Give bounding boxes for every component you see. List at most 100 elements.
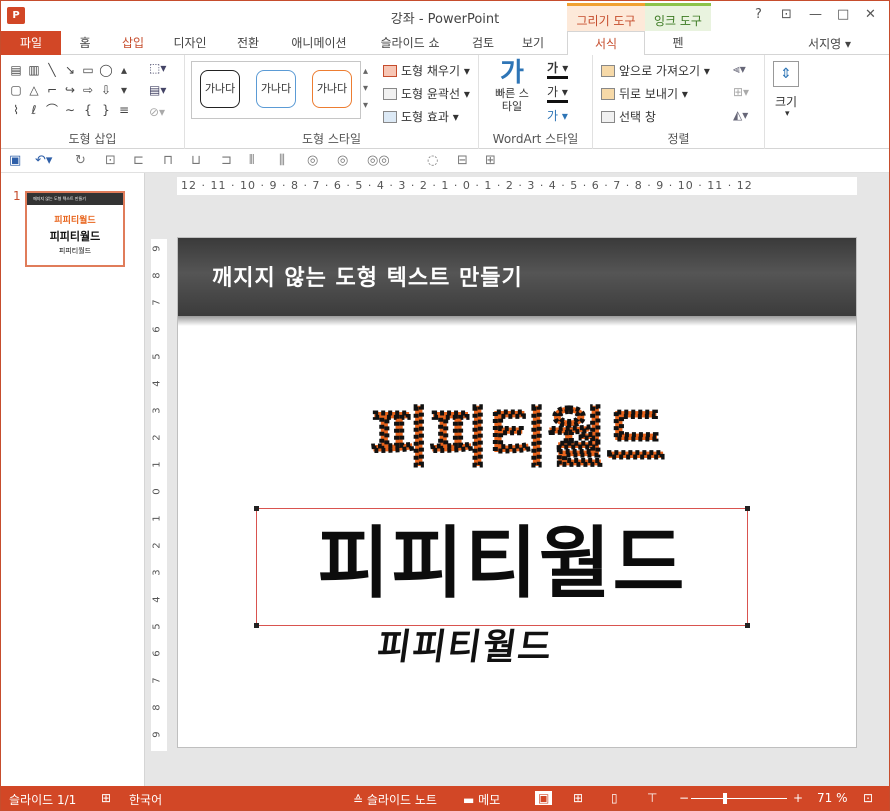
align-bottom-icon[interactable]: ⊔ [191, 153, 201, 168]
curve-shape-icon[interactable]: ∼ [61, 101, 79, 119]
rectangle-shape-icon[interactable]: ▭ [79, 61, 97, 79]
resize-handle[interactable] [254, 623, 259, 628]
textbox-shape-icon[interactable]: ▤ [7, 61, 25, 79]
selected-textbox[interactable]: 피피티월드 [254, 506, 750, 628]
send-backward-button[interactable]: 뒤로 보내기 ▾ [601, 85, 688, 102]
edit-shape-icon[interactable]: ⬚▾ [149, 61, 166, 75]
shape-effects-button[interactable]: 도형 효과 ▾ [383, 108, 459, 125]
tab-transitions[interactable]: 전환 [227, 31, 269, 55]
align-center-icon[interactable]: ⊓ [163, 153, 173, 168]
align-icon[interactable]: ⫷▾ [733, 62, 746, 77]
down-arrow-shape-icon[interactable]: ⇩ [97, 81, 115, 99]
shape-style-black[interactable]: 가나다 [200, 70, 240, 108]
normal-view-icon[interactable]: ▣ [535, 791, 553, 805]
merge-combine-icon[interactable]: ◎ [337, 153, 348, 168]
shape-style-blue[interactable]: 가나다 [256, 70, 296, 108]
brush-text[interactable]: 피피티월드 [374, 618, 557, 670]
freeform-shape-icon[interactable]: ⌇ [7, 101, 25, 119]
group-objects-icon[interactable]: ⊞▾ [733, 85, 749, 99]
comments-button[interactable]: ▬ 메모 [463, 791, 500, 808]
zoom-in-button[interactable]: + [793, 791, 803, 805]
size-label[interactable]: 크기 [775, 93, 797, 110]
tab-insert[interactable]: 삽입 [113, 31, 153, 55]
zoom-slider[interactable] [691, 798, 787, 799]
ribbon-display-icon[interactable]: ⊡ [781, 7, 792, 22]
textbox-insert-icon[interactable]: ▤▾ [149, 83, 166, 97]
selection-pane-button[interactable]: 선택 창 [601, 108, 656, 125]
maximize-button[interactable]: □ [837, 7, 849, 22]
undo-icon[interactable]: ↶▾ [35, 153, 52, 168]
slide-title[interactable]: 깨지지 않는 도형 텍스트 만들기 [212, 260, 523, 292]
send-to-back-icon[interactable]: ⊟ [457, 153, 468, 168]
align-right-icon[interactable]: ⊐ [221, 153, 232, 168]
scribble-shape-icon[interactable]: ℓ [25, 101, 43, 119]
elbow-connector-icon[interactable]: ⌐ [43, 81, 61, 99]
quick-styles-button[interactable]: 가 빠른 스타일 [489, 59, 535, 113]
text-effects-button[interactable]: 가 ▾ [547, 107, 568, 124]
text-outline-button[interactable]: 가 ▾ [547, 83, 568, 103]
tab-review[interactable]: 검토 [463, 31, 503, 55]
tab-view[interactable]: 보기 [513, 31, 553, 55]
minimize-button[interactable]: — [809, 7, 822, 22]
resize-handle[interactable] [745, 623, 750, 628]
zoom-out-button[interactable]: − [679, 791, 689, 805]
redo-icon[interactable]: ↻ [75, 153, 86, 168]
start-slideshow-icon[interactable]: ⊡ [105, 153, 116, 168]
curved-connector-icon[interactable]: ↪ [61, 81, 79, 99]
merge-intersect-icon[interactable]: ◌ [427, 153, 438, 168]
slide[interactable]: 깨지지 않는 도형 텍스트 만들기 피피티월드 피피티월드 피피티월드 [177, 237, 857, 748]
slide-thumbnail[interactable]: 깨지지 않는 도형 텍스트 만들기 피피티월드 피피티월드 피피티월드 [25, 191, 125, 267]
user-account[interactable]: 서지영 ▾ [808, 35, 851, 52]
zoom-slider-thumb[interactable] [723, 793, 727, 804]
right-arrow-shape-icon[interactable]: ⇨ [79, 81, 97, 99]
shape-outline-button[interactable]: 도형 윤곽선 ▾ [383, 85, 470, 102]
line-shape-icon[interactable]: ╲ [43, 61, 61, 79]
tab-animations[interactable]: 애니메이션 [281, 31, 357, 55]
distribute-horizontal-icon[interactable]: ⫴ [249, 153, 254, 168]
tab-file[interactable]: 파일 [1, 31, 61, 55]
shape-style-orange[interactable]: 가나다 [312, 70, 352, 108]
notes-button[interactable]: ≙ 슬라이드 노트 [353, 791, 437, 808]
rotate-icon[interactable]: ◭▾ [733, 108, 748, 122]
arc-shape-icon[interactable]: ⌒ [43, 101, 61, 119]
vertical-textbox-shape-icon[interactable]: ▥ [25, 61, 43, 79]
fit-to-window-icon[interactable]: ⊡ [863, 791, 873, 805]
arrow-shape-icon[interactable]: ↘ [61, 61, 79, 79]
brace-left-icon[interactable]: { [79, 101, 97, 119]
shapes-expand-icon[interactable]: ≡ [115, 101, 133, 119]
tab-slideshow[interactable]: 슬라이드 쇼 [369, 31, 451, 55]
bring-forward-button[interactable]: 앞으로 가져오기 ▾ [601, 62, 710, 79]
merge-union-icon[interactable]: ◎ [307, 153, 318, 168]
distribute-vertical-icon[interactable]: ⫼ [279, 153, 285, 168]
slideshow-view-icon[interactable]: ⊤ [647, 791, 657, 805]
spell-check-icon[interactable]: ⊞ [101, 791, 111, 805]
tab-home[interactable]: 홈 [67, 31, 103, 55]
language-indicator[interactable]: 한국어 [129, 791, 162, 808]
shape-fill-button[interactable]: 도형 채우기 ▾ [383, 62, 470, 79]
triangle-shape-icon[interactable]: △ [25, 81, 43, 99]
tab-pen[interactable]: 펜 [655, 31, 701, 55]
reading-view-icon[interactable]: ▯ [611, 791, 618, 805]
shapes-dropdown-icon[interactable]: ▾ [115, 81, 133, 99]
brace-right-icon[interactable]: } [97, 101, 115, 119]
close-button[interactable]: ✕ [865, 7, 876, 22]
tab-design[interactable]: 디자인 [163, 31, 217, 55]
rounded-rect-shape-icon[interactable]: ▢ [7, 81, 25, 99]
zoom-level[interactable]: 71 % [817, 791, 848, 805]
help-icon[interactable]: ? [755, 7, 762, 22]
size-dropdown-icon[interactable]: ▾ [785, 109, 790, 119]
style-gallery-scroll[interactable]: ▴ ▾ ▾ [363, 63, 368, 114]
align-left-icon[interactable]: ⊏ [133, 153, 144, 168]
merge-fragment-icon[interactable]: ◎◎ [367, 153, 390, 168]
merge-shapes-icon[interactable]: ⊘▾ [149, 105, 165, 119]
shape-gallery[interactable]: ▤ ▥ ╲ ↘ ▭ ◯ ▴ ▢ △ ⌐ ↪ ⇨ ⇩ ▾ ⌇ ℓ ⌒ ∼ { } [7, 61, 133, 119]
slide-sorter-icon[interactable]: ⊞ [573, 791, 583, 805]
oval-shape-icon[interactable]: ◯ [97, 61, 115, 79]
context-tab-drawing-tools[interactable]: 그리기 도구 [567, 3, 645, 31]
bring-to-front-icon[interactable]: ⊞ [485, 153, 496, 168]
wordart-freeform-text[interactable]: 피피티월드 [318, 388, 718, 488]
tab-format[interactable]: 서식 [567, 31, 645, 56]
context-tab-ink-tools[interactable]: 잉크 도구 [645, 3, 711, 31]
save-icon[interactable]: ▣ [9, 153, 21, 168]
text-fill-button[interactable]: 가 ▾ [547, 59, 569, 79]
